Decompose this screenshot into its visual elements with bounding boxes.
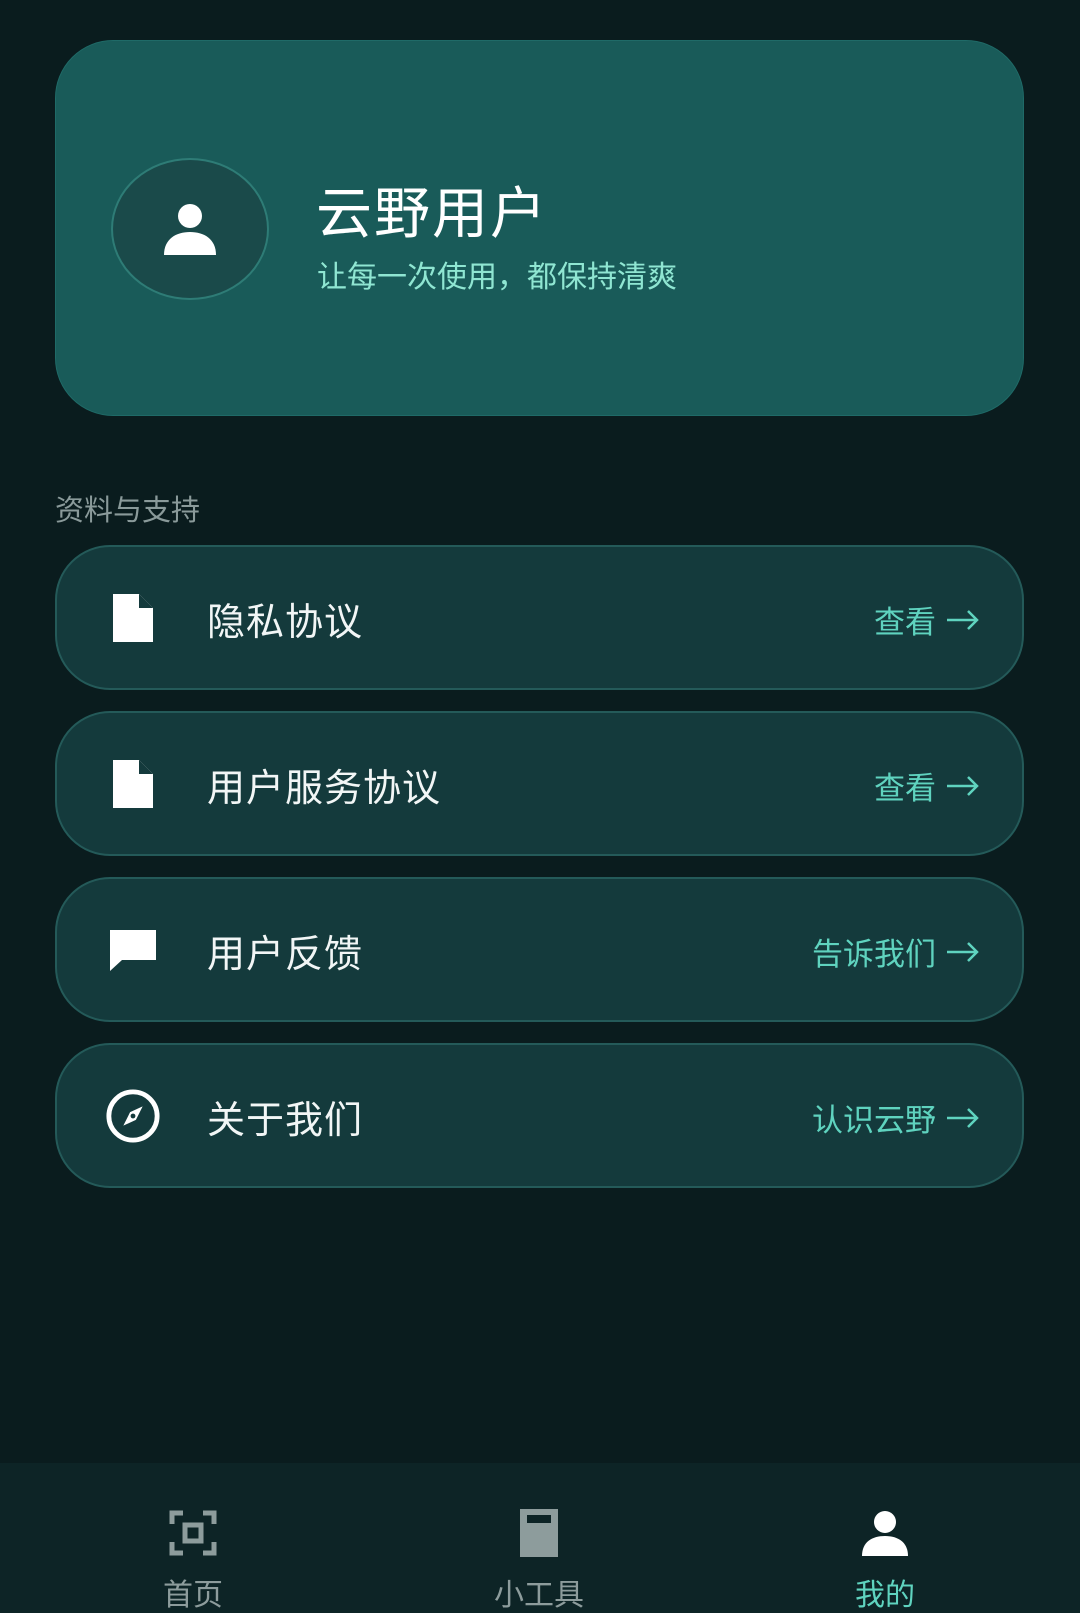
bottom-nav: 首页 小工具 我的 bbox=[0, 1463, 1080, 1613]
user-icon bbox=[164, 204, 216, 255]
nav-label: 我的 bbox=[855, 1578, 915, 1613]
profile-card[interactable]: 云野用户 让每一次使用，都保持清爽 bbox=[55, 40, 1024, 416]
arrow-right-icon bbox=[947, 1107, 979, 1128]
section-title: 资料与支持 bbox=[55, 493, 201, 527]
item-action-label: 告诉我们 bbox=[812, 937, 936, 973]
item-action-link[interactable]: 告诉我们 bbox=[812, 929, 980, 974]
document-icon bbox=[105, 590, 161, 646]
item-label: 关于我们 bbox=[207, 1098, 364, 1142]
list-item-feedback[interactable]: 用户反馈 告诉我们 bbox=[55, 877, 1024, 1022]
item-action-label: 查看 bbox=[874, 771, 936, 807]
document-icon bbox=[105, 756, 161, 812]
profile-slogan: 让每一次使用，都保持清爽 bbox=[317, 260, 677, 295]
item-action-link[interactable]: 查看 bbox=[874, 597, 980, 642]
item-label: 用户服务协议 bbox=[207, 766, 442, 810]
list-item-privacy-policy[interactable]: 隐私协议 查看 bbox=[55, 545, 1024, 690]
profile-name: 云野用户 bbox=[316, 182, 548, 247]
item-action-link[interactable]: 认识云野 bbox=[812, 1095, 980, 1140]
scan-icon bbox=[167, 1507, 219, 1559]
item-action-label: 认识云野 bbox=[812, 1103, 936, 1139]
list-item-service-agreement[interactable]: 用户服务协议 查看 bbox=[55, 711, 1024, 856]
chat-icon bbox=[105, 922, 161, 978]
arrow-right-icon bbox=[947, 609, 979, 630]
item-label: 隐私协议 bbox=[207, 600, 364, 644]
nav-item-tools[interactable]: 小工具 bbox=[439, 1463, 639, 1613]
user-icon bbox=[859, 1507, 911, 1559]
item-action-label: 查看 bbox=[874, 605, 936, 641]
list-item-about-us[interactable]: 关于我们 认识云野 bbox=[55, 1043, 1024, 1188]
nav-label: 首页 bbox=[163, 1578, 223, 1613]
tool-icon bbox=[513, 1507, 565, 1559]
arrow-right-icon bbox=[947, 775, 979, 796]
profile-page: 云野用户 让每一次使用，都保持清爽 资料与支持 隐私协议 查看 用户服务协议 查… bbox=[0, 0, 1080, 1613]
item-label: 用户反馈 bbox=[207, 932, 364, 976]
item-action-link[interactable]: 查看 bbox=[874, 763, 980, 808]
compass-icon bbox=[105, 1088, 161, 1144]
nav-label: 小工具 bbox=[494, 1578, 584, 1613]
arrow-right-icon bbox=[947, 941, 979, 962]
avatar[interactable] bbox=[111, 158, 269, 300]
nav-item-mine[interactable]: 我的 bbox=[785, 1463, 985, 1613]
nav-item-home[interactable]: 首页 bbox=[93, 1463, 293, 1613]
